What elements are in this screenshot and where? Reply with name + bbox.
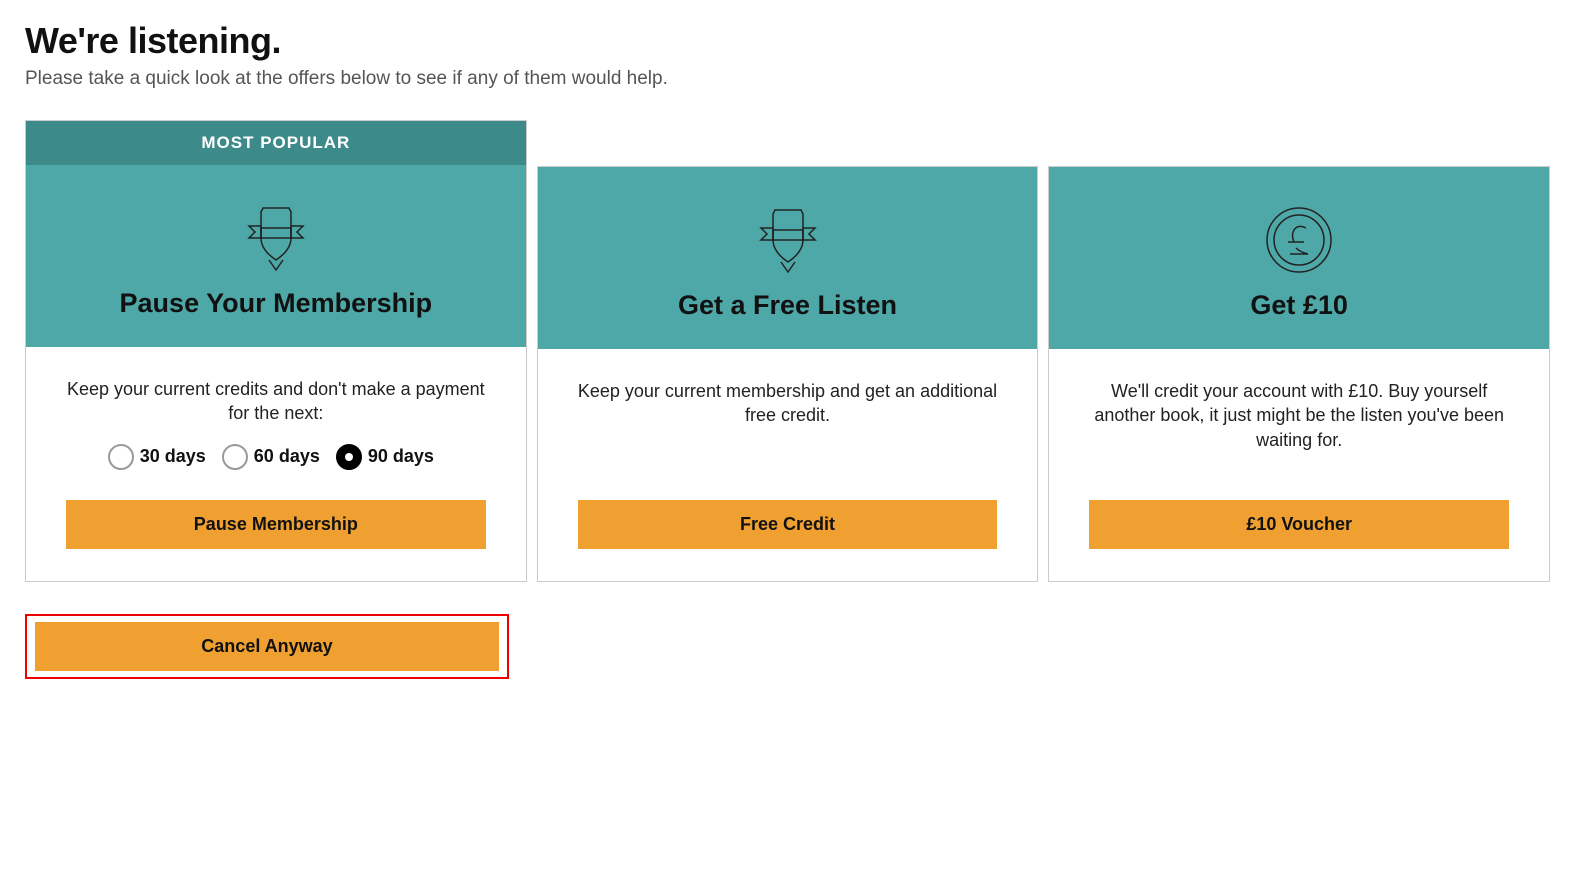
- cancel-anyway-button[interactable]: Cancel Anyway: [35, 622, 499, 671]
- card-title-voucher: Get £10: [1069, 290, 1529, 321]
- offer-card-pause: MOST POPULAR Pause Your Membership Keep …: [25, 120, 527, 582]
- pause-membership-button[interactable]: Pause Membership: [66, 500, 486, 549]
- page-subtitle: Please take a quick look at the offers b…: [25, 68, 1550, 90]
- radio-label-30: 30 days: [140, 446, 206, 467]
- page-title: We're listening.: [25, 20, 1550, 62]
- card-head-pause: Pause Your Membership: [26, 165, 526, 347]
- card-title-free: Get a Free Listen: [558, 290, 1018, 321]
- offers-row: MOST POPULAR Pause Your Membership Keep …: [25, 120, 1550, 582]
- shield-ribbon-icon: [46, 195, 506, 280]
- card-desc-pause: Keep your current credits and don't make…: [66, 377, 486, 426]
- radio-30-days[interactable]: [108, 444, 134, 470]
- radio-label-60: 60 days: [254, 446, 320, 467]
- offer-card-voucher: Get £10 We'll credit your account with £…: [1048, 166, 1550, 582]
- pound-coin-icon: [1069, 197, 1529, 282]
- card-desc-free: Keep your current membership and get an …: [578, 379, 998, 428]
- most-popular-badge: MOST POPULAR: [26, 121, 526, 165]
- shield-ribbon-icon: [558, 197, 1018, 282]
- offer-card-free-listen: Get a Free Listen Keep your current memb…: [537, 166, 1039, 582]
- radio-label-90: 90 days: [368, 446, 434, 467]
- pause-duration-options: 30 days 60 days 90 days: [66, 444, 486, 470]
- voucher-button[interactable]: £10 Voucher: [1089, 500, 1509, 549]
- radio-60-days[interactable]: [222, 444, 248, 470]
- card-title-pause: Pause Your Membership: [46, 288, 506, 319]
- cancel-highlight-box: Cancel Anyway: [25, 614, 509, 679]
- card-desc-voucher: We'll credit your account with £10. Buy …: [1089, 379, 1509, 452]
- radio-90-days[interactable]: [336, 444, 362, 470]
- card-head-free: Get a Free Listen: [538, 167, 1038, 349]
- free-credit-button[interactable]: Free Credit: [578, 500, 998, 549]
- card-head-voucher: Get £10: [1049, 167, 1549, 349]
